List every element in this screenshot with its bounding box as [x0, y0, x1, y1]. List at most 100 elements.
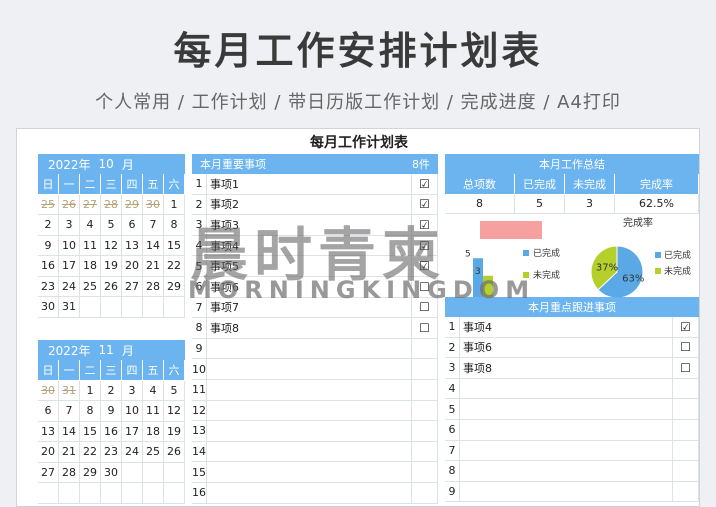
row-number: 9: [445, 481, 460, 502]
checkbox[interactable]: ☐: [673, 337, 699, 358]
followup-row: 7: [445, 440, 699, 462]
day-cell: 26: [59, 194, 80, 215]
summary-header-cell: 完成率: [615, 174, 699, 194]
day-cell: 8: [80, 401, 101, 422]
followup-row: 5: [445, 399, 699, 420]
row-number: 13: [192, 421, 207, 441]
day-cell: 14: [59, 421, 80, 442]
day-cell: 31: [59, 297, 80, 318]
checkbox[interactable]: [412, 338, 438, 359]
plan-sheet: 每月工作计划表 2022年 10 月日一二三四五六 25 26 27 28 29 30 1 2 3 4 5…: [16, 128, 700, 507]
week-row: [38, 483, 185, 504]
calendar-november: 2022年 11 月日一二三四五六 30 31 1 2 3 4 5 6 7 8 9 10 11 12 13 14 15…: [38, 340, 185, 504]
checkbox[interactable]: ☐: [412, 297, 438, 318]
row-task: 事项5: [207, 256, 412, 276]
summary-header-cell: 未完成: [565, 174, 615, 194]
followup-row: 4: [445, 378, 699, 400]
day-cell: 12: [164, 401, 185, 422]
task-row: 13: [192, 421, 438, 442]
checkbox[interactable]: [412, 482, 438, 503]
tasks-count: 8件: [412, 158, 430, 171]
row-number: 10: [192, 359, 207, 379]
checkbox[interactable]: ☑: [673, 317, 699, 337]
checkbox[interactable]: [673, 461, 699, 481]
calendar-month-unit: 月: [121, 343, 134, 358]
day-cell: 8: [164, 215, 185, 236]
weekday-label: 二: [80, 174, 101, 195]
week-row: 9 10 11 12 13 14 15: [38, 235, 185, 256]
row-number: 8: [192, 318, 207, 338]
row-task: [207, 441, 412, 462]
weekday-label: 日: [38, 174, 59, 195]
day-cell: [143, 483, 164, 504]
checkbox[interactable]: ☑: [412, 235, 438, 256]
day-cell: [59, 483, 80, 504]
followup-row: 3 事项8 ☐: [445, 358, 699, 379]
important-tasks-table: 本月重要事项 8件 1 事项1 ☑ 2 事项2 ☑ 3 事项3 ☑ 4 事项4 ☑ 5 事项5 ☑ 6 事项6 ☐…: [192, 154, 438, 504]
weekday-label: 六: [164, 360, 185, 381]
row-task: 事项6: [460, 337, 673, 358]
checkbox[interactable]: [673, 440, 699, 461]
checkbox[interactable]: [412, 462, 438, 482]
row-task: 事项6: [207, 276, 412, 297]
summary-header-cell: 总项数: [445, 174, 515, 194]
followup-title: 本月重点跟进事项: [445, 297, 699, 317]
week-row: 16 17 18 19 20 21 22: [38, 256, 185, 277]
summary-value-cell: 8: [445, 194, 515, 214]
checkbox[interactable]: ☑: [412, 194, 438, 215]
weekday-row: 日一二三四五六: [38, 360, 185, 381]
day-cell: 25: [80, 276, 101, 297]
checkbox[interactable]: ☐: [412, 318, 438, 338]
checkbox[interactable]: [673, 481, 699, 502]
day-cell: 29: [80, 462, 101, 483]
pie-data-label: 63%: [622, 274, 644, 285]
checkbox[interactable]: ☐: [412, 276, 438, 297]
checkbox[interactable]: [412, 400, 438, 421]
day-cell: 5: [101, 215, 122, 236]
day-cell: 13: [38, 421, 59, 442]
legend-swatch: [523, 250, 529, 256]
checkbox[interactable]: ☑: [412, 215, 438, 235]
checkbox[interactable]: [673, 378, 699, 399]
day-cell: 20: [122, 256, 143, 277]
task-row: 15: [192, 462, 438, 483]
checkbox[interactable]: [412, 379, 438, 400]
day-cell: 4: [143, 380, 164, 401]
task-row: 9: [192, 338, 438, 360]
tasks-header: 本月重要事项 8件: [192, 154, 438, 174]
day-cell: 18: [143, 421, 164, 442]
day-cell: 26: [101, 276, 122, 297]
day-cell: [143, 297, 164, 318]
checkbox[interactable]: [412, 441, 438, 462]
day-cell: 16: [101, 421, 122, 442]
row-number: 14: [192, 441, 207, 462]
task-row: 8 事项8 ☐: [192, 318, 438, 339]
checkbox[interactable]: ☑: [412, 256, 438, 276]
checkbox[interactable]: [412, 421, 438, 441]
checkbox[interactable]: [673, 419, 699, 440]
day-cell: 11: [143, 401, 164, 422]
task-row: 7 事项7 ☐: [192, 297, 438, 319]
day-cell: 27: [122, 276, 143, 297]
day-cell: 6: [122, 215, 143, 236]
day-cell: 15: [80, 421, 101, 442]
row-task: 事项4: [207, 235, 412, 256]
checkbox[interactable]: ☑: [412, 174, 438, 194]
day-cell: [122, 462, 143, 483]
calendar-header: 2022年 11 月: [38, 340, 185, 360]
day-cell: 14: [143, 235, 164, 256]
task-row: 2 事项2 ☑: [192, 194, 438, 216]
row-task: 事项7: [207, 297, 412, 318]
checkbox[interactable]: [673, 399, 699, 419]
summary-value-cell: 62.5%: [615, 194, 699, 214]
checkbox[interactable]: ☐: [673, 358, 699, 378]
day-cell: [80, 297, 101, 318]
day-cell: 29: [122, 194, 143, 215]
row-number: 8: [445, 461, 460, 481]
day-cell: 26: [164, 442, 185, 463]
checkbox[interactable]: [412, 359, 438, 379]
calendar-month: 11: [98, 343, 114, 357]
day-cell: 31: [59, 380, 80, 401]
row-number: 9: [192, 338, 207, 359]
day-cell: 22: [80, 442, 101, 463]
